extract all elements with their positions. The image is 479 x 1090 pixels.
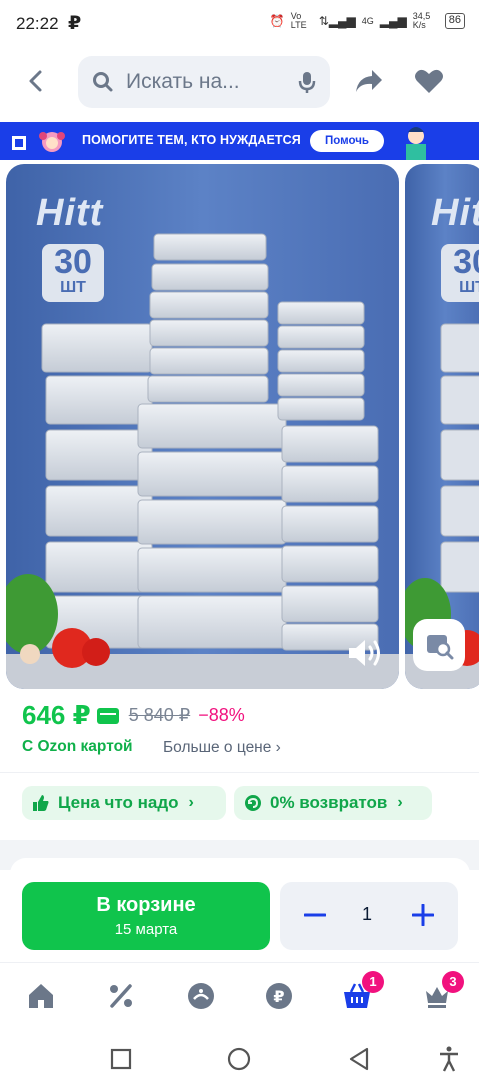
discount-percent: −88% (198, 705, 245, 725)
in-cart-button[interactable]: В корзине 15 марта (22, 882, 270, 950)
profile-count-badge: 3 (442, 971, 464, 993)
heart-icon[interactable] (414, 68, 444, 94)
ozon-card-icon (96, 707, 119, 724)
quantity-stepper: 1 (280, 882, 458, 950)
plus-icon[interactable] (412, 904, 434, 926)
search-icon (93, 72, 113, 92)
chip-fair-price-label: Цена что надо (58, 793, 179, 812)
brand-logo: Hitt (36, 192, 104, 234)
system-nav (0, 1030, 479, 1090)
current-price: 646 ₽ (22, 700, 91, 730)
search-input[interactable]: Искать на... (78, 56, 330, 108)
chevron-right-icon: › (188, 794, 194, 811)
speed-label: 34,5 K/s (412, 11, 431, 30)
chip-returns-label: 0% возвратов (270, 793, 388, 812)
home-button-icon[interactable] (227, 1047, 251, 1071)
svg-text:₽: ₽ (273, 987, 284, 1006)
search-header: Искать на... (0, 48, 479, 116)
count-badge: 30 ШТ (42, 244, 104, 302)
thumbs-up-icon (33, 795, 49, 811)
chip-returns[interactable]: 0% возвратов › (234, 786, 432, 820)
nav-cart[interactable]: 1 (342, 971, 384, 1011)
product-image-main[interactable]: Hitt 30 ШТ (6, 164, 399, 689)
microphone-icon[interactable] (298, 70, 316, 94)
minus-icon[interactable] (304, 904, 326, 926)
signal-icon-2: ▂▄▆ (379, 14, 407, 28)
in-cart-title: В корзине (96, 894, 196, 916)
sound-icon[interactable] (347, 637, 385, 669)
status-time: 22:22 (16, 14, 59, 33)
back-button-icon[interactable] (348, 1047, 370, 1071)
finance-icon[interactable]: ₽ (264, 981, 294, 1011)
price-details-link[interactable]: Больше о цене › (163, 739, 281, 757)
ruble-app-icon: ₽ (68, 13, 82, 34)
status-indicators: ⏰ Vo LTE ⇅▂▄▆ 4G ▂▄▆ 34,5 K/s 86 (270, 12, 465, 30)
fresh-icon[interactable] (186, 981, 216, 1011)
price-row: 646 ₽ 5 840 ₽ −88% (22, 700, 245, 731)
accessibility-icon[interactable] (438, 1046, 460, 1072)
brand-logo-2: Hitt (431, 192, 479, 234)
chevron-right-icon: › (397, 794, 403, 811)
cart-count-badge: 1 (362, 971, 384, 993)
ozon-card-label: С Ozon картой (22, 738, 133, 755)
back-arrow-icon[interactable] (24, 68, 50, 94)
charity-banner[interactable]: ПОМОГИТЕ ТЕМ, КТО НУЖДАЕТСЯ Помочь (0, 122, 479, 160)
return-icon (245, 795, 261, 811)
count-number-2: 30 (453, 243, 479, 281)
banner-text: ПОМОГИТЕ ТЕМ, КТО НУЖДАЕТСЯ (82, 133, 301, 147)
count-unit-2: ШТ (459, 279, 479, 296)
quantity-value: 1 (362, 904, 373, 924)
battery-indicator: 86 (444, 13, 465, 29)
home-icon[interactable] (26, 981, 56, 1011)
count-number: 30 (54, 243, 92, 281)
chip-fair-price[interactable]: Цена что надо › (22, 786, 226, 820)
bottom-nav: ₽ 1 3 (0, 962, 479, 1028)
divider (0, 772, 479, 773)
delivery-date: 15 марта (114, 921, 178, 938)
old-price: 5 840 ₽ (128, 705, 191, 725)
network-label: 4G (361, 16, 374, 26)
discount-icon[interactable] (106, 981, 136, 1011)
image-search-icon (427, 635, 454, 660)
banner-character-icon (406, 127, 426, 160)
cart-bar: В корзине 15 марта 1 (0, 870, 479, 960)
image-search-button[interactable] (413, 619, 465, 671)
nav-profile[interactable]: 3 (422, 971, 464, 1011)
count-badge-2: 30 ШТ (441, 244, 479, 302)
product-image-next[interactable]: Hitt 30 ШТ (405, 164, 479, 689)
search-placeholder: Искать на... (126, 70, 240, 93)
count-unit: ШТ (60, 279, 86, 296)
recent-apps-icon[interactable] (110, 1048, 132, 1070)
share-icon[interactable] (354, 68, 384, 94)
status-bar: 22:22 ₽ ⏰ Vo LTE ⇅▂▄▆ 4G ▂▄▆ 34,5 K/s 86 (0, 0, 479, 48)
help-button[interactable]: Помочь (310, 130, 384, 152)
charity-logo-icon (12, 132, 65, 152)
volte-label: Vo LTE (290, 11, 307, 30)
alarm-icon: ⏰ (269, 14, 285, 28)
signal-icon: ⇅▂▄▆ (318, 14, 356, 28)
